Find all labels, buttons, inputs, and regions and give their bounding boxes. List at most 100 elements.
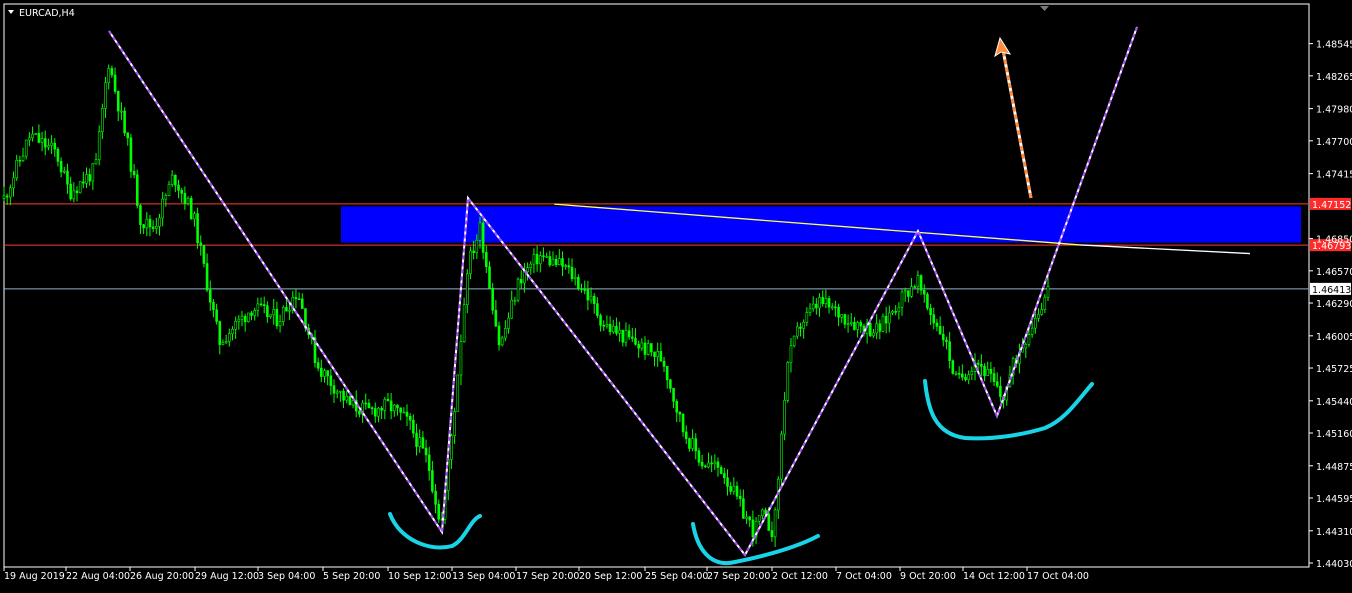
candle-body [389,400,393,412]
candle-body [167,184,171,196]
candle-body [320,367,323,377]
candle-body [221,342,225,345]
candle-body [507,317,510,329]
candle-body [970,370,974,375]
candle-body [15,159,18,179]
candle-body [945,339,948,343]
candle-body [383,398,387,411]
candle-body [488,266,491,289]
candle-body [123,110,126,134]
chart-canvas[interactable]: 1.471521.467931.46413 1.485451.482651.47… [0,0,1352,589]
candle-body [18,159,22,162]
candle-body [602,324,606,327]
candle-body [678,411,682,415]
candle-body [205,263,209,291]
candle-body [783,400,786,435]
candle-body [922,289,926,295]
candle-body [21,155,25,161]
bid-price-label: 1.46413 [1312,285,1351,296]
candle-body [472,250,475,254]
candle-body [789,345,793,363]
candle-body [564,265,567,267]
candle-body [158,217,161,227]
candle-body [259,303,263,306]
candle-body [24,139,28,157]
candle-body [240,315,244,320]
candle-body [237,318,241,322]
y-tick-label: 1.46850 [1316,235,1352,246]
candle-body [281,307,285,322]
candle-body [580,288,583,290]
candle-body [250,312,253,316]
candle-body [665,366,669,381]
candle-body [326,370,329,377]
y-tick-label: 1.44310 [1316,527,1352,538]
candle-body [770,530,774,538]
candle-body [710,462,713,465]
chart-window[interactable]: 1.47152 1.46793 1.46413 1.48545 1.48265 1.47… [0,0,1352,589]
candle-body [811,303,815,310]
candle-body [481,222,485,253]
y-tick-label: 1.44875 [1316,462,1352,473]
candle-body [894,311,897,313]
candle-body [742,498,745,519]
candle-body [875,323,878,334]
candle-body [745,516,748,519]
candle-body [792,335,796,347]
candle-body [583,289,587,291]
candle-body [40,138,44,143]
candle-body [567,265,571,268]
candle-body [808,308,812,313]
candle-body [519,278,523,284]
candle-body [802,322,805,329]
candle-body [907,290,910,297]
candle-body [723,473,726,479]
candle-body [675,401,679,413]
y-tick-label: 1.47700 [1316,137,1352,148]
candle-body [558,258,561,265]
candle-body [999,385,1002,397]
y-tick-label: 1.48545 [1316,40,1352,51]
candle-body [148,218,152,228]
symbol-title: EURCAD,H4 [19,8,75,19]
candle-body [335,391,339,394]
candle-body [462,304,466,342]
candle-body [900,291,904,308]
candle-body [615,325,618,334]
candle-body [729,486,732,492]
candle-body [1037,314,1040,319]
candle-body [116,91,120,112]
candle-body [859,322,863,327]
candle-body [78,181,82,194]
candle-body [989,369,993,374]
candle-body [285,307,288,312]
x-tick-label: 17 Oct 04:00 [1027,571,1089,582]
resistance_high-price-label: 1.47152 [1312,200,1351,211]
candle-body [611,325,615,333]
candle-body [535,254,539,265]
candle-body [37,133,41,143]
candle-body [577,277,580,289]
candle-body [323,370,326,377]
candle-body [1030,327,1034,335]
candle-body [85,174,88,184]
candle-body [424,447,428,456]
candle-body [573,277,577,280]
candle-body [738,495,742,499]
candle-body [69,183,72,200]
candle-body [370,407,374,409]
candle-body [2,195,6,199]
candle-body [941,333,945,341]
candle-body [761,509,764,517]
candle-body [231,328,234,335]
candle-body [189,197,193,220]
candle-body [43,138,47,148]
candle-body [853,322,856,330]
candle-body [992,373,996,382]
candle-body [504,328,507,339]
y-tick-label: 1.47415 [1316,170,1352,181]
candle-body [592,295,596,304]
candle-body [126,132,130,139]
candle-body [386,398,390,402]
candle-body [846,323,850,326]
